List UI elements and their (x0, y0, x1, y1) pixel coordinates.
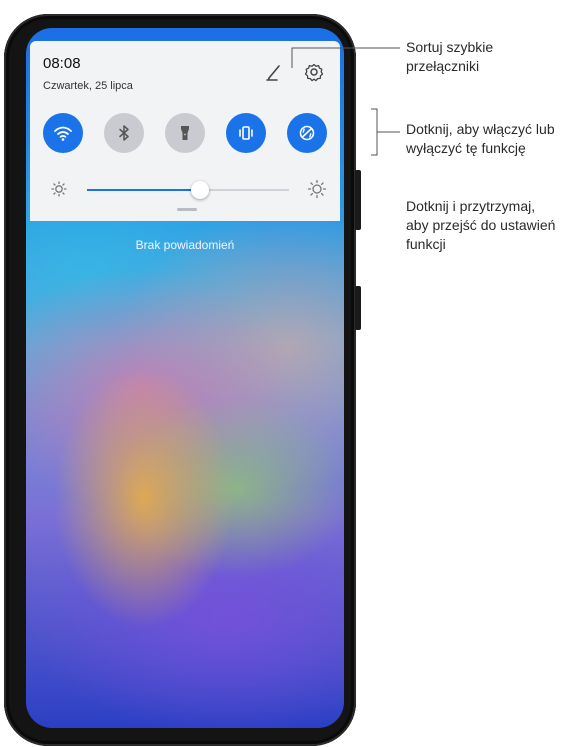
leader-sort (291, 47, 400, 68)
callout-tap-toggle: Dotknij, aby włączyć lub wyłączyć tę fun… (406, 121, 555, 156)
page: 08:08 Czwartek, 25 lipca Brak powiadomie… (0, 0, 566, 747)
callout-sort-toggles: Sortuj szybkie przełączniki (406, 39, 494, 74)
leader-toggles-bracket (371, 108, 378, 156)
callout-leader-lines (291, 47, 400, 156)
callout-hold-toggle: Dotknij i przytrzymaj, aby przejść do us… (406, 198, 556, 252)
